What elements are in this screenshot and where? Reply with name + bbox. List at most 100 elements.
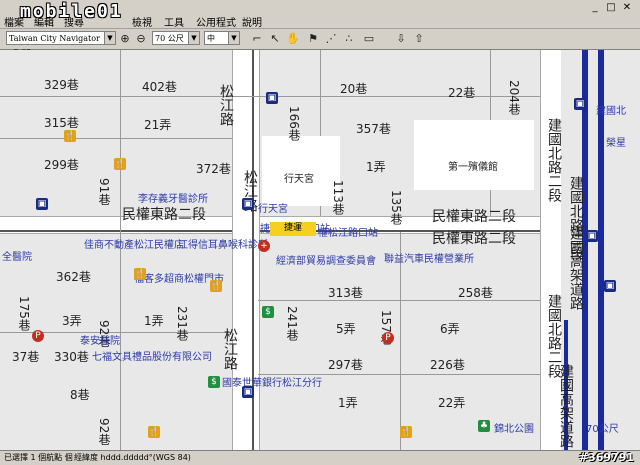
lane-label: 402巷 xyxy=(142,80,177,94)
poi-label: 行天宮 xyxy=(258,204,288,215)
track-icon[interactable]: ∴ xyxy=(342,32,356,46)
lane-label: 241巷 xyxy=(285,306,299,341)
lane-label: 37巷 xyxy=(12,350,40,364)
detail-value: 中 xyxy=(207,34,215,43)
menu-item[interactable]: 搜尋 xyxy=(64,14,84,29)
lane-label: 315巷 xyxy=(44,116,79,130)
lane-label: 92巷 xyxy=(97,418,111,446)
building-xingtian-temple: 行天宮 xyxy=(262,136,340,206)
menu-item[interactable]: 公用程式 xyxy=(196,14,236,29)
menu-bar: mobile01 檔案 編輯 搜尋 檢視 工具 公用程式 說明 _ □ ✕ xyxy=(0,0,640,29)
poi-label: 錦北公園 xyxy=(494,424,534,435)
lane-label: 1弄 xyxy=(338,396,358,410)
lane-label: 20巷 xyxy=(340,82,368,96)
lane-label: 204巷 xyxy=(507,80,521,115)
pointer-icon[interactable]: ↖ xyxy=(268,32,282,46)
building-label: 第一殯儀館 xyxy=(448,162,498,173)
mrt-station-icon[interactable]: 捷運 xyxy=(270,222,316,236)
selection-status: 已選擇 1 個航點 個 xyxy=(4,453,73,462)
zoom-in-icon[interactable]: ⊕ xyxy=(118,32,132,46)
menu-item[interactable]: 檔案 xyxy=(4,14,24,29)
restaurant-icon[interactable]: 🍴 xyxy=(134,268,146,280)
send-to-device-icon[interactable]: ⇩ xyxy=(394,32,408,46)
detail-select[interactable]: 中 ▼ xyxy=(204,31,240,45)
restaurant-icon[interactable]: 🍴 xyxy=(210,280,222,292)
lane-label: 330巷 xyxy=(54,350,89,364)
road-label: 建國高架道路 xyxy=(568,226,584,310)
menu-item[interactable]: 說明 xyxy=(242,14,262,29)
menu-item[interactable]: 檢視 xyxy=(132,14,152,29)
lane-label: 1弄 xyxy=(366,160,386,174)
bus-stop-icon[interactable]: ▣ xyxy=(586,230,598,242)
pan-hand-icon[interactable]: ✋ xyxy=(286,32,300,46)
restaurant-icon[interactable]: 🍴 xyxy=(114,158,126,170)
road-label: 民權東路二段 xyxy=(122,207,206,223)
restore-icon[interactable]: □ xyxy=(604,2,618,14)
poi-label: 建國北 xyxy=(596,106,626,117)
bus-stop-icon[interactable]: ▣ xyxy=(36,198,48,210)
lane-label: 362巷 xyxy=(56,270,91,284)
road-label: 建國北路二段 xyxy=(546,118,562,202)
bank-icon[interactable]: $ xyxy=(208,376,220,388)
bus-stop-icon[interactable]: ▣ xyxy=(574,98,586,110)
restaurant-icon[interactable]: 🍴 xyxy=(64,130,76,142)
lane-label: 6弄 xyxy=(440,322,460,336)
lane-label: 135巷 xyxy=(389,190,403,225)
lane-label: 5弄 xyxy=(336,322,356,336)
poi-label: 榮星 xyxy=(606,138,626,149)
poi-label: 聯益汽車民權營業所 xyxy=(384,254,474,265)
park-icon[interactable]: ♣ xyxy=(478,420,490,432)
lane-label: 113巷 xyxy=(331,180,345,215)
scale-select[interactable]: 70 公尺 ▼ xyxy=(152,31,200,45)
restaurant-icon[interactable]: 🍴 xyxy=(400,426,412,438)
lane-label: 258巷 xyxy=(458,286,493,300)
lane-line xyxy=(0,138,232,139)
bus-stop-icon[interactable]: ▣ xyxy=(242,198,254,210)
bus-stop-icon[interactable]: ▣ xyxy=(604,280,616,292)
lane-line xyxy=(258,300,540,301)
poi-label: 權松江路口站 xyxy=(318,228,378,239)
menu-item[interactable]: 工具 xyxy=(164,14,184,29)
map-canvas[interactable]: 行天宮 第一殯儀館 329巷 402巷 20巷 22巷 315巷 21弄 357巷 299巷 3… xyxy=(0,50,640,450)
hospital-icon[interactable]: + xyxy=(258,240,270,252)
poi-label: 70公尺 xyxy=(586,424,619,435)
poi-label: 七福文具禮品股份有限公司 xyxy=(92,352,212,363)
poi-label: 全醫院 xyxy=(2,252,32,263)
lane-label: 22弄 xyxy=(438,396,466,410)
restaurant-icon[interactable]: 🍴 xyxy=(148,426,160,438)
lane-label: 299巷 xyxy=(44,158,79,172)
poi-label: 佳商不動產松江民權店 xyxy=(84,240,184,251)
parking-icon[interactable]: P xyxy=(32,330,44,342)
chevron-down-icon: ▼ xyxy=(104,32,115,44)
lane-label: 231巷 xyxy=(175,306,189,341)
map-product-select[interactable]: Taiwan City Navigator v8.02 ▼ xyxy=(6,31,116,57)
bus-stop-icon[interactable]: ▣ xyxy=(266,92,278,104)
receive-from-device-icon[interactable]: ⇧ xyxy=(412,32,426,46)
lane-label: 21弄 xyxy=(144,118,172,132)
chevron-down-icon: ▼ xyxy=(228,32,239,44)
lane-label: 91巷 xyxy=(97,178,111,206)
lane-label: 357巷 xyxy=(356,122,391,136)
measure-icon[interactable]: ▭ xyxy=(362,32,376,46)
lane-label: 329巷 xyxy=(44,78,79,92)
zoom-out-icon[interactable]: ⊖ xyxy=(134,32,148,46)
chevron-down-icon: ▼ xyxy=(188,32,199,44)
lane-label: 175巷 xyxy=(17,296,31,331)
poi-label: 李存義牙醫診所 xyxy=(138,194,208,205)
parking-icon[interactable]: P xyxy=(382,332,394,344)
route-icon[interactable]: ⋰ xyxy=(324,32,338,46)
select-area-icon[interactable]: ⌐ xyxy=(250,32,264,46)
minimize-icon[interactable]: _ xyxy=(588,2,602,14)
waypoint-flag-icon[interactable]: ⚑ xyxy=(306,32,320,46)
lane-label: 22巷 xyxy=(448,86,476,100)
scale-value: 70 公尺 xyxy=(155,34,184,43)
watermark: #369791 xyxy=(578,451,634,464)
road-label: 民權東路二段 xyxy=(432,209,516,225)
menu-item[interactable]: 編輯 xyxy=(34,14,54,29)
lane-label: 1弄 xyxy=(144,314,164,328)
bus-stop-icon[interactable]: ▣ xyxy=(242,386,254,398)
poi-label: 泰安醫院 xyxy=(80,336,120,347)
close-icon[interactable]: ✕ xyxy=(620,2,634,14)
bank-icon[interactable]: $ xyxy=(262,306,274,318)
lane-label: 297巷 xyxy=(328,358,363,372)
